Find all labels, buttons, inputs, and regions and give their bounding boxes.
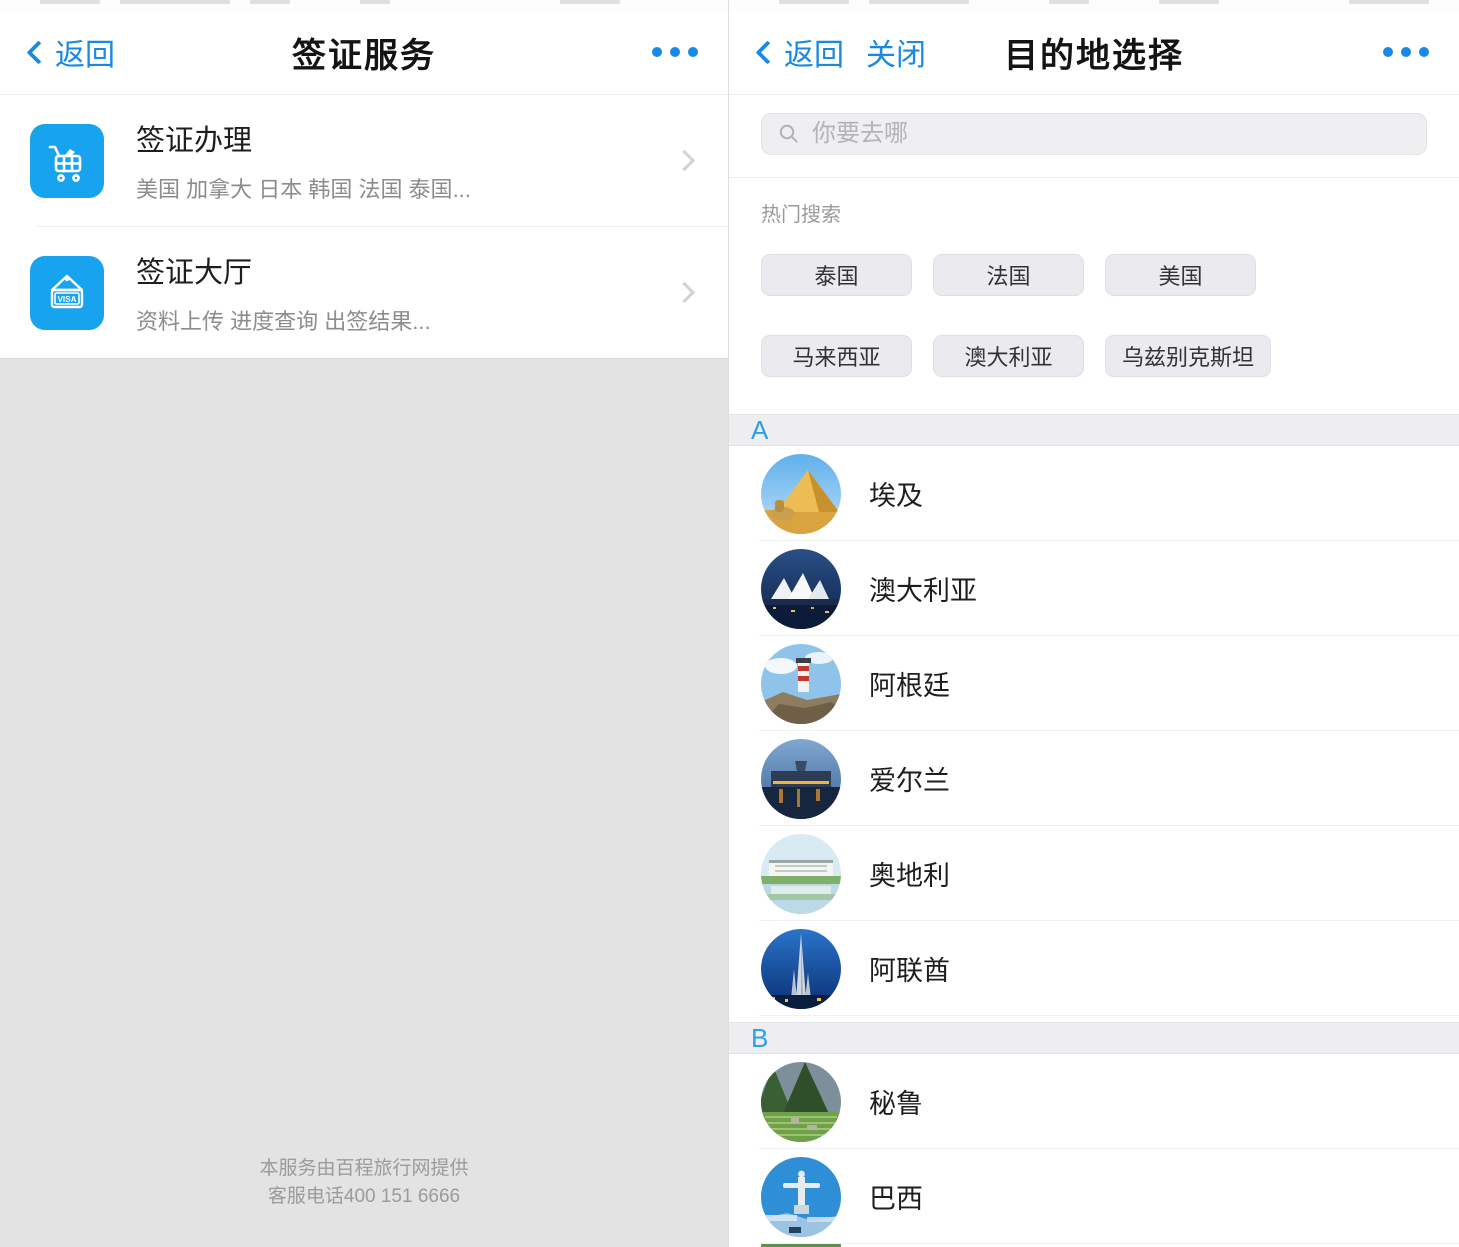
navbar: 返回 关闭 目的地选择 xyxy=(729,10,1459,95)
dest-name: 秘鲁 xyxy=(869,1082,923,1121)
index-band-a: A xyxy=(729,414,1459,446)
peru-photo xyxy=(761,1062,841,1142)
back-button[interactable]: 返回 xyxy=(759,30,844,74)
tag-australia[interactable]: 澳大利亚 xyxy=(933,335,1084,377)
back-chevron-icon xyxy=(26,40,50,64)
dest-name: 阿联酋 xyxy=(869,949,950,988)
item-title: 签证大厅 xyxy=(136,249,645,291)
search-icon xyxy=(778,123,800,145)
austria-photo xyxy=(761,834,841,914)
hot-search-label: 热门搜索 xyxy=(761,198,1427,227)
page-title: 签证服务 xyxy=(292,28,436,77)
statusbar-cutoff xyxy=(0,0,728,10)
page-title: 目的地选择 xyxy=(1004,28,1184,77)
chevron-right-icon xyxy=(674,282,695,303)
item-subtitle: 资料上传 进度查询 出签结果... xyxy=(136,304,645,336)
tag-france[interactable]: 法国 xyxy=(933,254,1084,296)
tag-thailand[interactable]: 泰国 xyxy=(761,254,912,296)
background-area: 本服务由百程旅行网提供 客服电话400 151 6666 xyxy=(0,358,728,1247)
search-input[interactable] xyxy=(812,120,1410,148)
ireland-photo xyxy=(761,739,841,819)
tag-uzbekistan[interactable]: 乌兹别克斯坦 xyxy=(1105,335,1271,377)
visa-sign-text: VISA xyxy=(57,295,76,304)
dest-row-peru[interactable]: 秘鲁 xyxy=(729,1054,1459,1149)
service-phone: 客服电话400 151 6666 xyxy=(268,1183,460,1211)
dest-name: 奥地利 xyxy=(869,854,950,893)
back-chevron-icon xyxy=(755,40,779,64)
uae-photo xyxy=(761,929,841,1009)
more-icon[interactable] xyxy=(652,47,698,57)
navbar: 返回 签证服务 xyxy=(0,10,728,95)
tag-malaysia[interactable]: 马来西亚 xyxy=(761,335,912,377)
list-item-visa-hall[interactable]: VISA 签证大厅 资料上传 进度查询 出签结果... xyxy=(0,227,728,358)
destination-select-screen: 返回 关闭 目的地选择 热门搜索 泰国 法国 美国 马来西亚 澳大利亚 乌兹别克… xyxy=(729,0,1459,1247)
list-item-visa-apply[interactable]: 签证办理 美国 加拿大 日本 韩国 法国 泰国... xyxy=(0,95,728,226)
dest-row-brazil[interactable]: 巴西 xyxy=(729,1149,1459,1244)
hot-search-tags: 泰国 法国 美国 马来西亚 澳大利亚 乌兹别克斯坦 xyxy=(761,254,1427,377)
egypt-photo xyxy=(761,454,841,534)
index-band-b: B xyxy=(729,1022,1459,1054)
back-button[interactable]: 返回 xyxy=(30,30,115,74)
dest-row-argentina[interactable]: 阿根廷 xyxy=(729,636,1459,731)
close-button[interactable]: 关闭 xyxy=(866,30,926,74)
australia-photo xyxy=(761,549,841,629)
dest-row-ireland[interactable]: 爱尔兰 xyxy=(729,731,1459,826)
dest-row-australia[interactable]: 澳大利亚 xyxy=(729,541,1459,636)
provider-note: 本服务由百程旅行网提供 xyxy=(259,1155,468,1183)
cart-icon xyxy=(30,124,104,198)
dest-row-austria[interactable]: 奥地利 xyxy=(729,826,1459,921)
visa-service-screen: 返回 签证服务 签证办理 美国 加拿大 日本 韩 xyxy=(0,0,729,1247)
service-list: 签证办理 美国 加拿大 日本 韩国 法国 泰国... VISA 签证大厅 资料上… xyxy=(0,95,728,358)
dest-name: 埃及 xyxy=(869,474,923,513)
dest-name: 阿根廷 xyxy=(869,664,950,703)
item-subtitle: 美国 加拿大 日本 韩国 法国 泰国... xyxy=(136,172,645,204)
divider xyxy=(729,177,1459,178)
visa-sign-icon: VISA xyxy=(30,256,104,330)
back-label: 返回 xyxy=(55,30,115,74)
argentina-photo xyxy=(761,644,841,724)
dest-row-egypt[interactable]: 埃及 xyxy=(729,446,1459,541)
tag-usa[interactable]: 美国 xyxy=(1105,254,1256,296)
search-bar[interactable] xyxy=(761,113,1427,155)
item-title: 签证办理 xyxy=(136,117,645,159)
dest-name: 爱尔兰 xyxy=(869,759,950,798)
chevron-right-icon xyxy=(674,150,695,171)
dest-name: 澳大利亚 xyxy=(869,569,977,608)
more-icon[interactable] xyxy=(1383,47,1429,57)
dest-name: 巴西 xyxy=(869,1177,923,1216)
statusbar-cutoff xyxy=(729,0,1459,10)
back-label: 返回 xyxy=(784,30,844,74)
dest-row-uae[interactable]: 阿联酋 xyxy=(729,921,1459,1016)
brazil-photo xyxy=(761,1157,841,1237)
